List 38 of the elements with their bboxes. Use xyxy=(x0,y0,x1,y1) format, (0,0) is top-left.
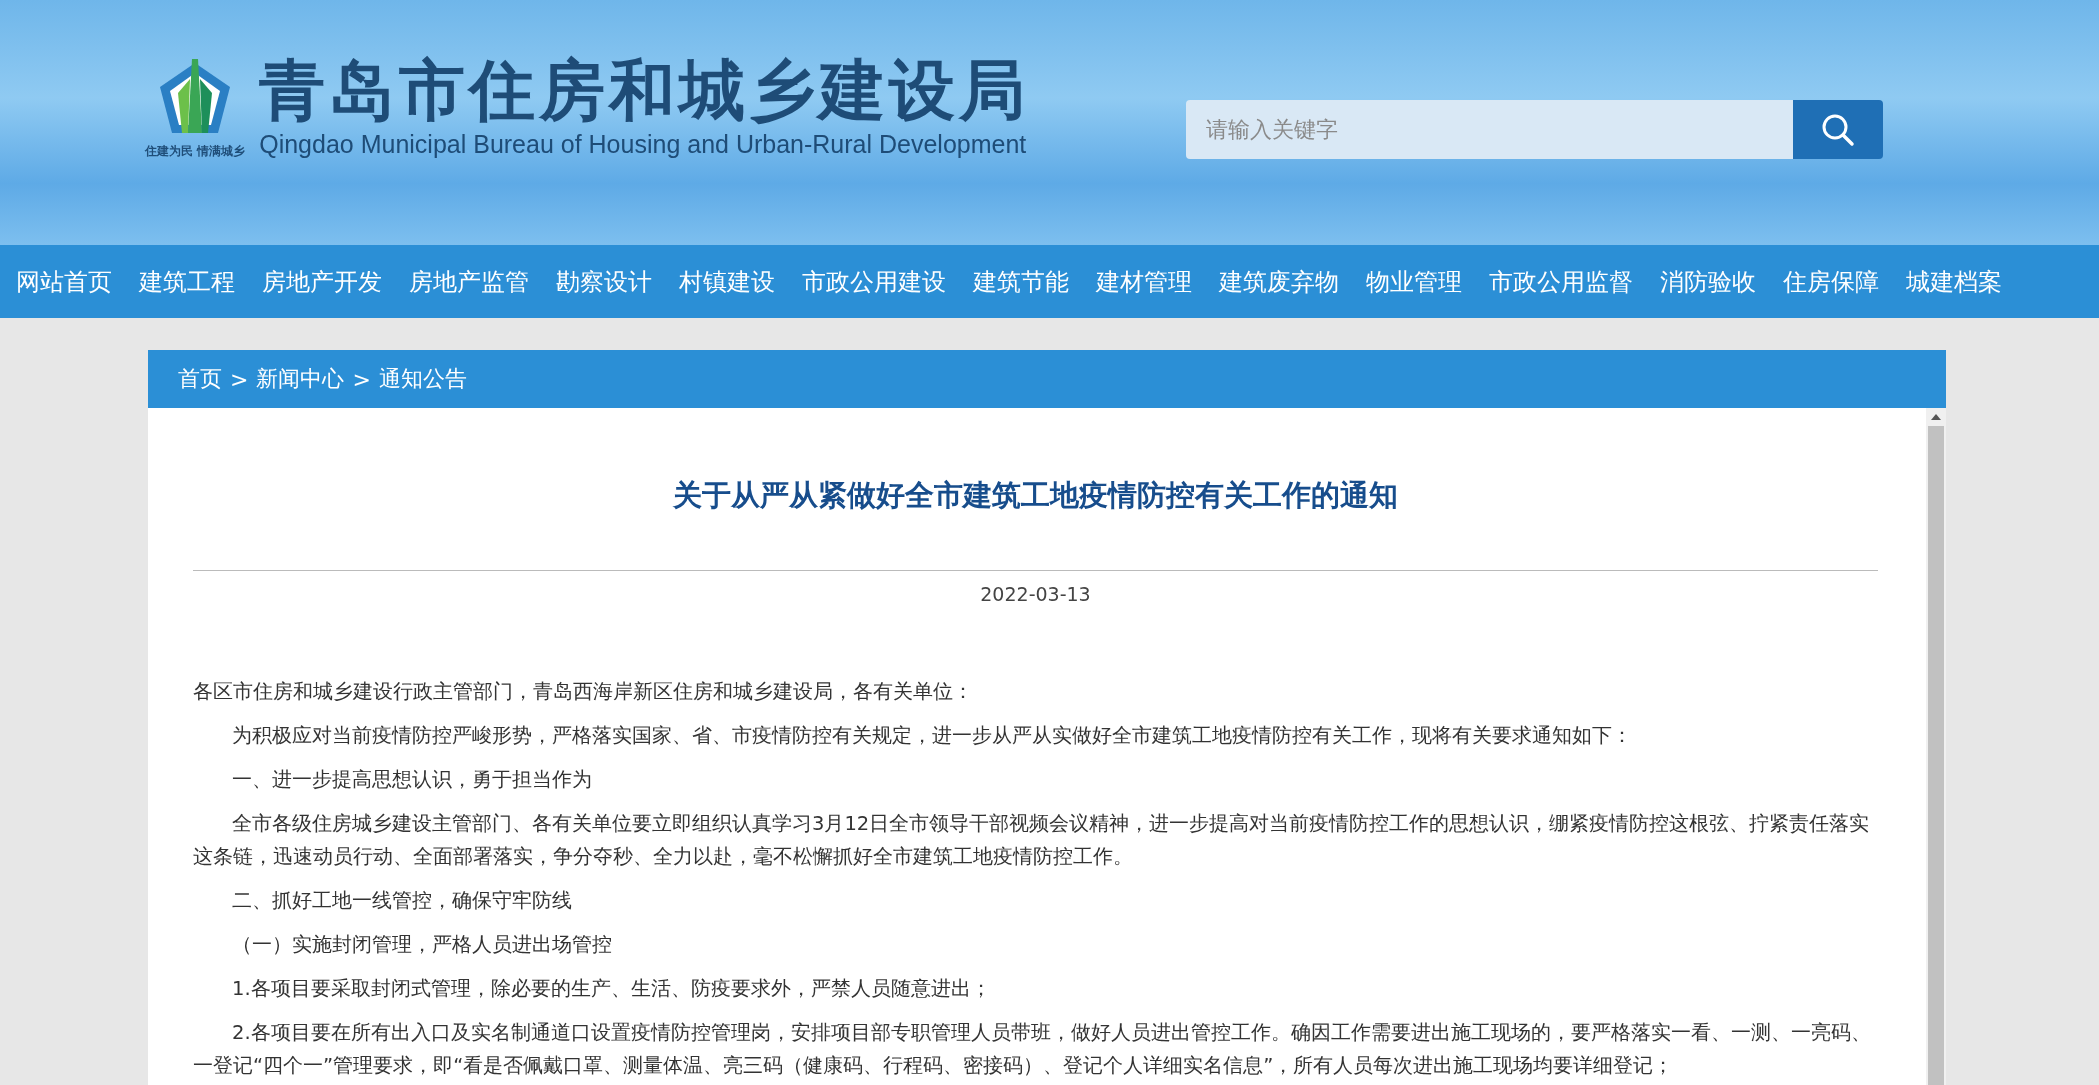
nav-link[interactable]: 建筑节能 xyxy=(959,265,1082,298)
site-title: 青岛市住房和城乡建设局 xyxy=(259,55,1030,128)
nav-link[interactable]: 建材管理 xyxy=(1082,265,1205,298)
breadcrumb-link[interactable]: 新闻中心 xyxy=(256,364,345,394)
scrollbar[interactable] xyxy=(1926,408,1946,1085)
article-paragraph: （一）实施封闭管理，严格人员进出场管控 xyxy=(231,932,613,958)
nav-link[interactable]: 建筑废弃物 xyxy=(1205,265,1352,298)
nav-link[interactable]: 建筑工程 xyxy=(125,265,248,298)
article-paragraph: 各区市住房和城乡建设行政主管部门，青岛西海岸新区住房和城乡建设局，各有关单位： xyxy=(193,679,974,705)
nav-link[interactable]: 房地产监管 xyxy=(395,265,542,298)
scroll-up-icon xyxy=(1931,414,1941,420)
slogan: 住建为民 情满城乡 xyxy=(145,143,246,161)
article-paragraph: 为积极应对当前疫情防控严峻形势，严格落实国家、省、市疫情防控有关规定，进一步从严从实做好全市建筑工地疫情防控有关工作，现将有关要求通知如下： xyxy=(231,723,1633,749)
article-paragraph: 全市各级住房城乡建设主管部门、各有关单位要立即组织认真学习3月12日全市领导干部视频会议精神，进一步提高对当前疫情防控工作的思想认识，绷紧疫情防控这根弦、拧紧责任落实这条链，迅速动员行动、全面部署落实，争分夺秒、全力以赴，毫不松懈抓好全市建筑工地疫情防控工作。 xyxy=(193,811,1871,870)
breadcrumb-link[interactable]: 首页 xyxy=(178,364,222,394)
breadcrumb-link[interactable]: 通知公告 xyxy=(378,364,467,394)
article-paragraph: 1.各项目要采取封闭式管理，除必要的生产、生活、防疫要求外，严禁人员随意进出； xyxy=(231,976,992,1002)
search-icon xyxy=(1821,112,1855,147)
nav-link[interactable]: 消防验收 xyxy=(1646,265,1769,298)
nav-link[interactable]: 网站首页 xyxy=(2,265,125,298)
article-date: 2022-03-13 xyxy=(979,583,1092,605)
nav-link[interactable]: 村镇建设 xyxy=(665,265,788,298)
breadcrumb-separator: > xyxy=(352,366,371,392)
nav-link[interactable]: 房地产开发 xyxy=(248,265,395,298)
search-field[interactable]: 请输入关键字 xyxy=(1186,100,1793,159)
nav-link[interactable]: 市政公用监督 xyxy=(1475,265,1646,298)
article-paragraph: 一、进一步提高思想认识，勇于担当作为 xyxy=(231,767,593,793)
article-paragraph: 二、抓好工地一线管控，确保守牢防线 xyxy=(231,888,573,914)
breadcrumb-separator: > xyxy=(230,366,249,392)
nav-link[interactable]: 住房保障 xyxy=(1769,265,1892,298)
search-button[interactable] xyxy=(1793,100,1883,159)
nav-link[interactable]: 市政公用建设 xyxy=(788,265,959,298)
site-subtitle: Qingdao Municipal Bureau of Housing and Urban-Rural Development xyxy=(259,128,1028,160)
article-title: 关于从严从紧做好全市建筑工地疫情防控有关工作的通知 xyxy=(672,477,1399,514)
nav-link[interactable]: 物业管理 xyxy=(1352,265,1475,298)
nav-link[interactable]: 勘察设计 xyxy=(542,265,665,298)
article-paragraph: 2.各项目要在所有出入口及实名制通道口设置疫情防控管理岗，安排项目部专职管理人员带班，做好人员进出管控工作。确因工作需要进出施工现场的，要严格落实一看、一测、一亮码、一登记“四个一”管理要求，即“看是否佩戴口罩、测量体温、亮三码（健康码、行程码、密接码）、登记个人详细实名信息”，所有人员每次进出施工现场均要详细登记； xyxy=(193,1020,1872,1079)
nav-link[interactable]: 城建档案 xyxy=(1892,265,2015,298)
